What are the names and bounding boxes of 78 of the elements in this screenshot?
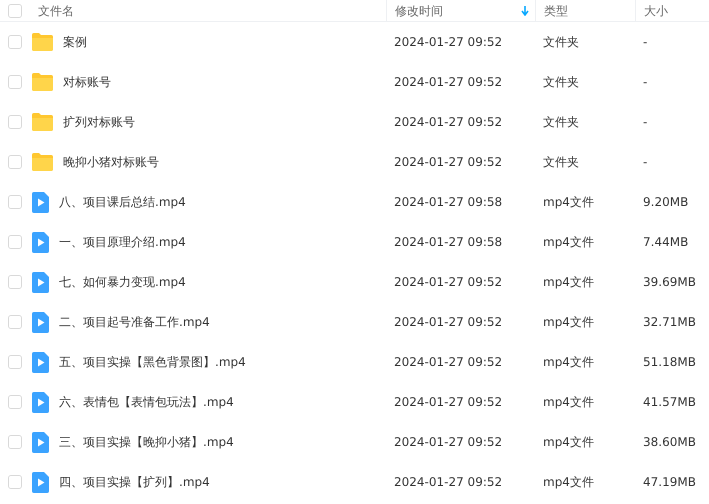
file-type: 文件夹 bbox=[543, 114, 579, 131]
modified-time: 2024-01-27 09:52 bbox=[394, 474, 502, 491]
file-size: 9.20MB bbox=[643, 194, 688, 211]
folder-icon bbox=[32, 73, 53, 91]
file-type: mp4文件 bbox=[543, 434, 594, 451]
file-size: 7.44MB bbox=[643, 234, 688, 251]
row-checkbox[interactable] bbox=[8, 35, 22, 49]
folder-icon bbox=[32, 33, 53, 51]
video-file-icon bbox=[32, 472, 49, 492]
file-name[interactable]: 二、项目起号准备工作.mp4 bbox=[59, 313, 210, 331]
modified-time: 2024-01-27 09:52 bbox=[394, 34, 502, 51]
column-header[interactable]: 修改时间 bbox=[395, 2, 443, 20]
row-checkbox[interactable] bbox=[8, 355, 22, 369]
column-header[interactable]: 文件名 bbox=[38, 2, 74, 20]
folder-icon bbox=[32, 153, 53, 171]
row-checkbox[interactable] bbox=[8, 75, 22, 89]
modified-time: 2024-01-27 09:52 bbox=[394, 114, 502, 131]
file-type: mp4文件 bbox=[543, 274, 594, 291]
file-name[interactable]: 四、项目实操【扩列】.mp4 bbox=[59, 473, 210, 491]
file-name[interactable]: 扩列对标账号 bbox=[63, 113, 135, 131]
row-checkbox[interactable] bbox=[8, 275, 22, 289]
row-checkbox[interactable] bbox=[8, 475, 22, 489]
file-size: 32.71MB bbox=[643, 314, 696, 331]
file-type: 文件夹 bbox=[543, 154, 579, 171]
row-checkbox[interactable] bbox=[8, 115, 22, 129]
modified-time: 2024-01-27 09:52 bbox=[394, 74, 502, 91]
file-name[interactable]: 一、项目原理介绍.mp4 bbox=[59, 233, 186, 251]
modified-time: 2024-01-27 09:52 bbox=[394, 434, 502, 451]
file-name[interactable]: 晚抑小猪对标账号 bbox=[63, 153, 159, 171]
row-checkbox[interactable] bbox=[8, 435, 22, 449]
file-type: 文件夹 bbox=[543, 74, 579, 91]
file-type: mp4文件 bbox=[543, 234, 594, 251]
modified-time: 2024-01-27 09:58 bbox=[394, 234, 502, 251]
video-file-icon bbox=[32, 392, 49, 412]
file-type: 文件夹 bbox=[543, 34, 579, 51]
video-file-icon bbox=[32, 432, 49, 452]
column-header[interactable]: 类型 bbox=[544, 2, 568, 20]
modified-time: 2024-01-27 09:52 bbox=[394, 274, 502, 291]
column-header[interactable]: 大小 bbox=[644, 2, 668, 20]
file-size: - bbox=[643, 34, 648, 51]
row-checkbox[interactable] bbox=[8, 395, 22, 409]
folder-icon bbox=[32, 113, 53, 131]
file-type: mp4文件 bbox=[543, 394, 594, 411]
video-file-icon bbox=[32, 232, 49, 252]
video-file-icon bbox=[32, 312, 49, 332]
file-size: - bbox=[643, 74, 648, 91]
modified-time: 2024-01-27 09:58 bbox=[394, 194, 502, 211]
file-name[interactable]: 五、项目实操【黑色背景图】.mp4 bbox=[59, 353, 246, 371]
file-size: 51.18MB bbox=[643, 354, 696, 371]
file-type: mp4文件 bbox=[543, 194, 594, 211]
select-all-checkbox[interactable] bbox=[8, 4, 22, 18]
file-name[interactable]: 八、项目课后总结.mp4 bbox=[59, 193, 186, 211]
row-checkbox[interactable] bbox=[8, 235, 22, 249]
modified-time: 2024-01-27 09:52 bbox=[394, 394, 502, 411]
modified-time: 2024-01-27 09:52 bbox=[394, 354, 502, 371]
file-size: 41.57MB bbox=[643, 394, 696, 411]
file-type: mp4文件 bbox=[543, 354, 594, 371]
video-file-icon bbox=[32, 352, 49, 372]
file-size: - bbox=[643, 114, 648, 131]
modified-time: 2024-01-27 09:52 bbox=[394, 314, 502, 331]
row-checkbox[interactable] bbox=[8, 155, 22, 169]
sort-descending-icon[interactable] bbox=[521, 6, 529, 16]
file-name[interactable]: 对标账号 bbox=[63, 73, 111, 91]
row-checkbox[interactable] bbox=[8, 315, 22, 329]
row-checkbox[interactable] bbox=[8, 195, 22, 209]
file-name[interactable]: 六、表情包【表情包玩法】.mp4 bbox=[59, 393, 234, 411]
file-size: 38.60MB bbox=[643, 434, 696, 451]
file-name[interactable]: 案例 bbox=[63, 33, 87, 51]
file-type: mp4文件 bbox=[543, 314, 594, 331]
file-size: 47.19MB bbox=[643, 474, 696, 491]
file-type: mp4文件 bbox=[543, 474, 594, 491]
file-name[interactable]: 三、项目实操【晚抑小猪】.mp4 bbox=[59, 433, 234, 451]
file-size: - bbox=[643, 154, 648, 171]
video-file-icon bbox=[32, 192, 49, 212]
file-size: 39.69MB bbox=[643, 274, 696, 291]
video-file-icon bbox=[32, 272, 49, 292]
file-name[interactable]: 七、如何暴力变现.mp4 bbox=[59, 273, 186, 291]
modified-time: 2024-01-27 09:52 bbox=[394, 154, 502, 171]
